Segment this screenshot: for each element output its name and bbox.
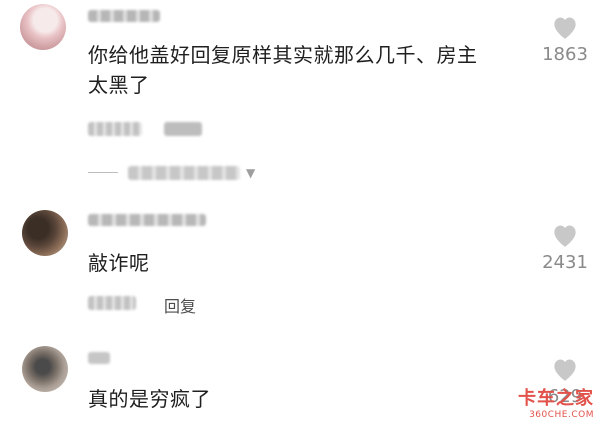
- heart-icon[interactable]: [550, 356, 580, 382]
- comment-text: 真的是穷疯了: [88, 387, 211, 411]
- avatar[interactable]: [22, 346, 68, 392]
- view-replies-blurred[interactable]: [128, 166, 240, 180]
- heart-icon[interactable]: [550, 14, 580, 40]
- username-blurred[interactable]: [88, 352, 110, 364]
- reply-button-blurred[interactable]: [164, 122, 202, 136]
- thread-divider: [88, 172, 118, 173]
- comment-text: 敲诈呢: [88, 251, 150, 275]
- heart-icon[interactable]: [550, 222, 580, 248]
- avatar[interactable]: [22, 210, 68, 256]
- comment-text: 你给他盖好回复原样其实就那么几千、房主 太黑了: [88, 40, 478, 100]
- reply-button[interactable]: 回复: [164, 293, 196, 317]
- like-count: 2431: [542, 252, 588, 273]
- watermark-logo: 卡车之家: [518, 388, 594, 409]
- comment-text-line: 你给他盖好回复原样其实就那么几千、房主: [88, 43, 478, 67]
- watermark-domain: 360CHE.COM: [529, 410, 594, 420]
- username-blurred[interactable]: [88, 10, 160, 22]
- username-blurred[interactable]: [88, 214, 206, 226]
- timestamp-blurred: [88, 296, 136, 310]
- timestamp-blurred: [88, 122, 142, 136]
- comment-text-line: 太黑了: [88, 73, 150, 97]
- avatar[interactable]: [20, 4, 66, 50]
- watermark: 卡车之家 360CHE.COM: [518, 384, 594, 420]
- like-count: 1863: [542, 44, 588, 65]
- caret-down-icon[interactable]: ▼: [246, 166, 255, 180]
